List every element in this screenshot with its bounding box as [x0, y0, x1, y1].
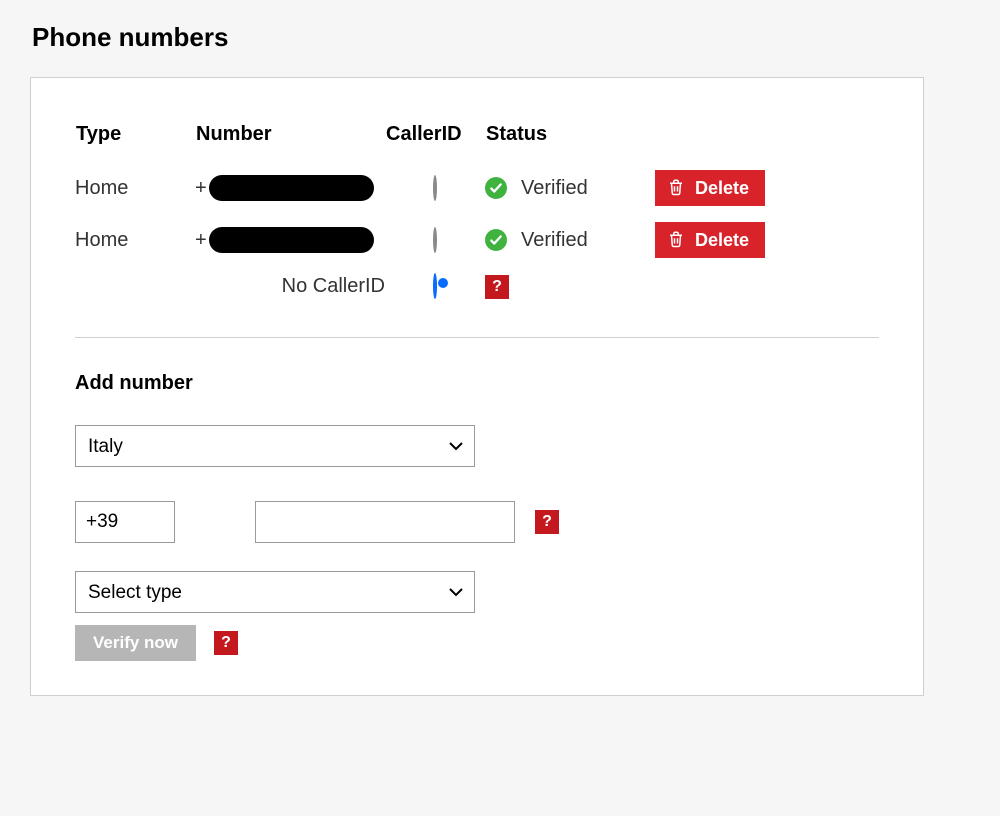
redacted-number: [209, 175, 374, 201]
country-select[interactable]: Italy: [75, 425, 475, 467]
phone-table: Type Number CallerID Status Home +: [75, 122, 879, 307]
delete-button[interactable]: Delete: [655, 170, 765, 206]
country-label: Country: [77, 405, 879, 421]
row-number: +: [195, 175, 385, 201]
divider: [75, 337, 879, 338]
type-label: Type: [77, 551, 879, 567]
row-type: Home: [75, 214, 195, 266]
phone-numbers-panel: Type Number CallerID Status Home +: [30, 77, 924, 696]
verified-check-icon: [485, 177, 507, 199]
status-text: Verified: [521, 229, 588, 252]
callerid-radio[interactable]: [433, 175, 437, 201]
delete-label: Delete: [695, 179, 749, 197]
no-callerid-label: No CallerID: [195, 266, 385, 307]
col-number: Number: [195, 122, 385, 162]
trash-icon: [667, 177, 685, 200]
help-icon[interactable]: ?: [535, 510, 559, 534]
prefix-plus: +: [195, 177, 207, 200]
col-callerid: CallerID: [385, 122, 485, 162]
no-callerid-row: No CallerID ?: [75, 266, 879, 307]
no-callerid-radio[interactable]: [433, 273, 437, 299]
prefix-label: Prefix: [77, 481, 116, 497]
col-status: Status: [485, 122, 655, 162]
table-row: Home +: [75, 162, 879, 214]
status-text: Verified: [521, 177, 588, 200]
verify-button[interactable]: Verify now: [75, 625, 196, 661]
prefix-input[interactable]: [75, 501, 175, 543]
number-label: Number: [142, 481, 195, 497]
add-number-title: Add number: [75, 372, 879, 395]
trash-icon: [667, 229, 685, 252]
table-row: Home +: [75, 214, 879, 266]
number-input[interactable]: [255, 501, 515, 543]
delete-button[interactable]: Delete: [655, 222, 765, 258]
row-number: +: [195, 227, 385, 253]
prefix-plus: +: [195, 229, 207, 252]
redacted-number: [209, 227, 374, 253]
help-icon[interactable]: ?: [214, 631, 238, 655]
verified-check-icon: [485, 229, 507, 251]
callerid-radio[interactable]: [433, 227, 437, 253]
help-icon[interactable]: ?: [485, 275, 509, 299]
page-title: Phone numbers: [32, 22, 970, 53]
delete-label: Delete: [695, 231, 749, 249]
type-select[interactable]: Select type: [75, 571, 475, 613]
row-type: Home: [75, 162, 195, 214]
col-type: Type: [75, 122, 195, 162]
